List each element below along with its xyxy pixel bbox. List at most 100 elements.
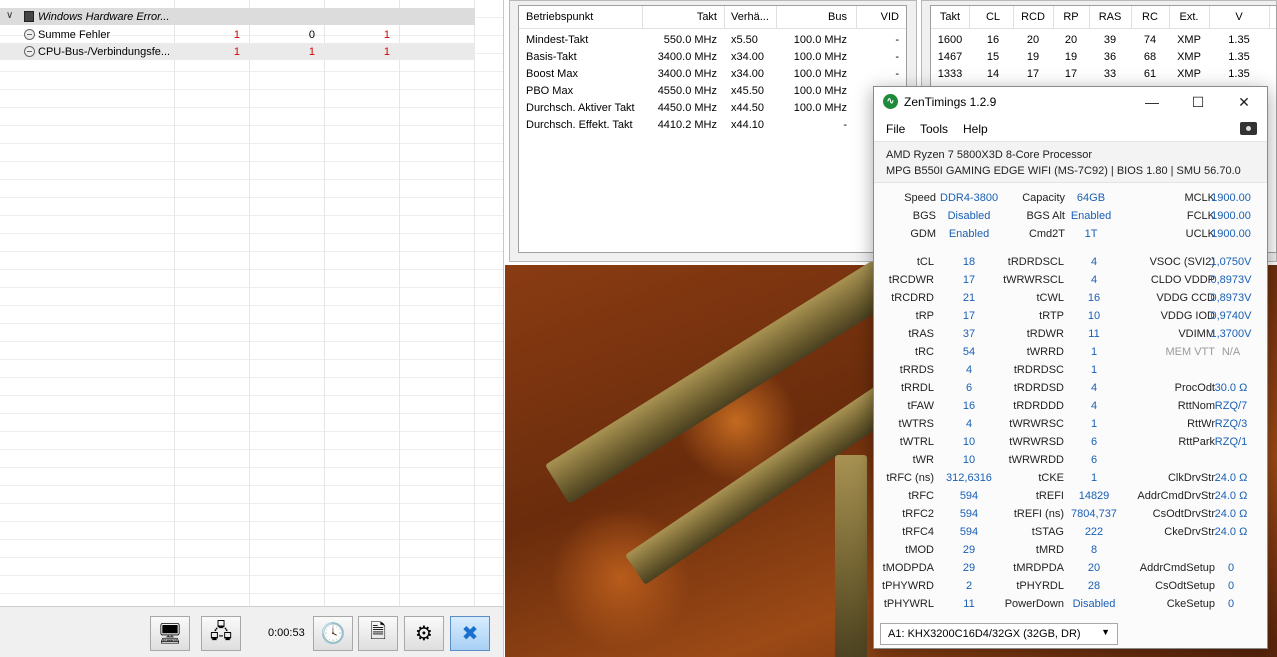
menu-help[interactable]: Help bbox=[963, 122, 988, 136]
cpu-clock-cell: 100.0 MHz bbox=[793, 34, 847, 46]
menu-tools[interactable]: Tools bbox=[920, 122, 948, 136]
col-header[interactable]: Ext. bbox=[1169, 11, 1209, 23]
col-header[interactable]: Bus bbox=[781, 11, 847, 23]
col-header[interactable]: Verhä... bbox=[731, 11, 769, 23]
timing-label: tREFI (ns) bbox=[1013, 508, 1064, 520]
col-header[interactable]: RCD bbox=[1013, 11, 1053, 23]
timing-label: GDM bbox=[910, 228, 936, 240]
timing-label: MEM VTT bbox=[1165, 346, 1216, 358]
timing-label: tRFC4 bbox=[902, 526, 934, 538]
memory-cell: 20 bbox=[1026, 34, 1040, 46]
cpu-clock-row[interactable]: Basis-Takt 3400.0 MHz x34.00 100.0 MHz - bbox=[519, 49, 906, 66]
cpu-clock-cell: 100.0 MHz bbox=[793, 102, 847, 114]
sensor-row[interactable]: CPU-Bus-/Verbindungsfe... 1 1 1 bbox=[0, 43, 475, 60]
sensor-status-icon bbox=[24, 46, 35, 57]
memory-profile-row[interactable]: 1600 16 20 20 39 74 XMP 1.35 bbox=[931, 32, 1276, 49]
cpu-clock-row[interactable]: Durchsch. Aktiver Takt 4450.0 MHz x44.50 10… bbox=[519, 100, 906, 117]
close-x-icon-button[interactable]: ✖ bbox=[450, 616, 490, 651]
cpu-clock-cell: - bbox=[895, 34, 899, 46]
cpu-clock-row[interactable]: Boost Max 3400.0 MHz x34.00 100.0 MHz - bbox=[519, 66, 906, 83]
module-select-value: A1: KHX3200C16D4/32GX (32GB, DR) bbox=[888, 628, 1081, 640]
timing-label: BGS bbox=[912, 210, 936, 222]
cpu-clock-cell: x5.50 bbox=[731, 34, 758, 46]
timing-value: 0,8973V bbox=[1210, 292, 1252, 304]
chevron-down-icon[interactable]: ∨ bbox=[6, 10, 13, 21]
cpu-clock-cell: 3400.0 MHz bbox=[657, 51, 717, 63]
zentimings-logo-icon: ∿ bbox=[883, 94, 898, 109]
screenshot-camera-icon[interactable] bbox=[1240, 122, 1257, 135]
timing-value: 8 bbox=[1090, 544, 1098, 556]
title-bar[interactable]: ∿ ZenTimings 1.2.9 — ☐ ✕ bbox=[874, 87, 1267, 117]
elapsed-timer: 0:00:53 bbox=[268, 627, 305, 639]
sensor-name: CPU-Bus-/Verbindungsfe... bbox=[38, 45, 171, 58]
module-select[interactable]: A1: KHX3200C16D4/32GX (32GB, DR) ▼ bbox=[880, 623, 1118, 645]
board-info: MPG B550I GAMING EDGE WIFI (MS-7C92) | B… bbox=[886, 165, 1241, 177]
minimize-icon[interactable]: — bbox=[1129, 87, 1175, 117]
col-header[interactable]: Betriebspunkt bbox=[526, 11, 593, 23]
cpu-clock-row[interactable]: Mindest-Takt 550.0 MHz x5.50 100.0 MHz - bbox=[519, 32, 906, 49]
cpu-clock-window: Betriebspunkt Takt Verhä... Bus VID Mind… bbox=[509, 0, 917, 262]
memory-profile-row[interactable]: 1467 15 19 19 36 68 XMP 1.35 bbox=[931, 49, 1276, 66]
cpu-clock-row[interactable]: PBO Max4550.0 MHzx45.50100.0 MHz- bbox=[519, 83, 906, 100]
cpu-clock-cell: 550.0 MHz bbox=[663, 34, 717, 46]
menu-file[interactable]: File bbox=[886, 122, 905, 136]
sensor-min: 1 bbox=[308, 45, 315, 58]
sensor-max: 1 bbox=[383, 28, 390, 41]
timing-label: tREFI bbox=[1035, 490, 1064, 502]
memory-cell: 1.35 bbox=[1228, 68, 1250, 80]
timing-label: tRDRDDD bbox=[1013, 400, 1064, 412]
timing-label: AddrCmdSetup bbox=[1139, 562, 1215, 574]
sensor-group-row[interactable]: ∨ Windows Hardware Error... bbox=[0, 8, 475, 25]
memory-cell: XMP bbox=[1177, 34, 1201, 46]
col-header[interactable]: RAS bbox=[1089, 11, 1131, 23]
cpu-clock-row[interactable]: Durchsch. Effekt. Takt 4410.2 MHz x44.10 - bbox=[519, 117, 906, 134]
col-header[interactable]: RC bbox=[1131, 11, 1169, 23]
timing-value: 1 bbox=[1090, 364, 1098, 376]
memory-cell: 68 bbox=[1143, 51, 1157, 63]
cpu-clock-cell: 100.0 MHz bbox=[793, 51, 847, 63]
network-icon-button[interactable]: 🖧 bbox=[201, 616, 241, 651]
settings-gear-icon-button[interactable]: ⚙ bbox=[404, 616, 444, 651]
timing-label: tRTP bbox=[1039, 310, 1064, 322]
timing-label: RttNom bbox=[1177, 400, 1215, 412]
maximize-icon[interactable]: ☐ bbox=[1175, 87, 1221, 117]
memory-cell: 17 bbox=[1026, 68, 1040, 80]
timing-label: tCL bbox=[916, 256, 934, 268]
memory-cell: 19 bbox=[1064, 51, 1078, 63]
timing-label: ProcOdt bbox=[1174, 382, 1215, 394]
sensor-min: 0 bbox=[308, 28, 315, 41]
clock-icon-button[interactable]: 🕓 bbox=[313, 616, 353, 651]
col-header[interactable]: Takt bbox=[649, 11, 717, 23]
timing-label: tMRDPDA bbox=[1013, 562, 1064, 574]
timing-value: 1900.00 bbox=[1211, 210, 1251, 222]
report-icon-button[interactable]: 🗎 bbox=[358, 616, 398, 651]
col-header[interactable]: VID bbox=[861, 11, 899, 23]
cpu-clock-cell: Basis-Takt bbox=[526, 51, 577, 63]
timing-label: tMOD bbox=[905, 544, 934, 556]
memory-profile-row[interactable]: 1333 14 17 17 33 61 XMP 1.35 bbox=[931, 66, 1276, 83]
timing-label: Cmd2T bbox=[1028, 228, 1065, 240]
cpu-clock-cell: x45.50 bbox=[731, 85, 765, 97]
sensor-panel: ∨ Windows Hardware Error... Summe Fehler… bbox=[0, 0, 504, 657]
col-header[interactable]: V bbox=[1209, 11, 1269, 23]
timing-value: RZQ/1 bbox=[1214, 436, 1248, 448]
memory-cell: 1600 bbox=[937, 34, 963, 46]
cpu-clock-cell: 100.0 MHz bbox=[793, 68, 847, 80]
timing-label: CkeDrvStr bbox=[1164, 526, 1215, 538]
timing-label: FCLK bbox=[1186, 210, 1215, 222]
sensor-current: 1 bbox=[233, 28, 240, 41]
monitor-icon-button[interactable]: 🖥 bbox=[150, 616, 190, 651]
timing-label: tWRWRSC bbox=[1009, 418, 1064, 430]
menu-bar: File Tools Help bbox=[874, 117, 1267, 141]
col-header[interactable]: Takt bbox=[931, 11, 969, 23]
timing-label: CLDO VDDP bbox=[1150, 274, 1215, 286]
timing-value: 1900.00 bbox=[1211, 192, 1251, 204]
timing-label: tRDRDSC bbox=[1013, 364, 1064, 376]
timing-label: RttPark bbox=[1178, 436, 1215, 448]
col-header[interactable]: CL bbox=[973, 11, 1013, 23]
timing-label: CsOdtDrvStr bbox=[1152, 508, 1215, 520]
close-icon[interactable]: ✕ bbox=[1221, 87, 1267, 117]
timing-label: Capacity bbox=[1022, 192, 1065, 204]
sensor-row[interactable]: Summe Fehler 1 0 1 bbox=[0, 26, 475, 43]
col-header[interactable]: RP bbox=[1053, 11, 1089, 23]
